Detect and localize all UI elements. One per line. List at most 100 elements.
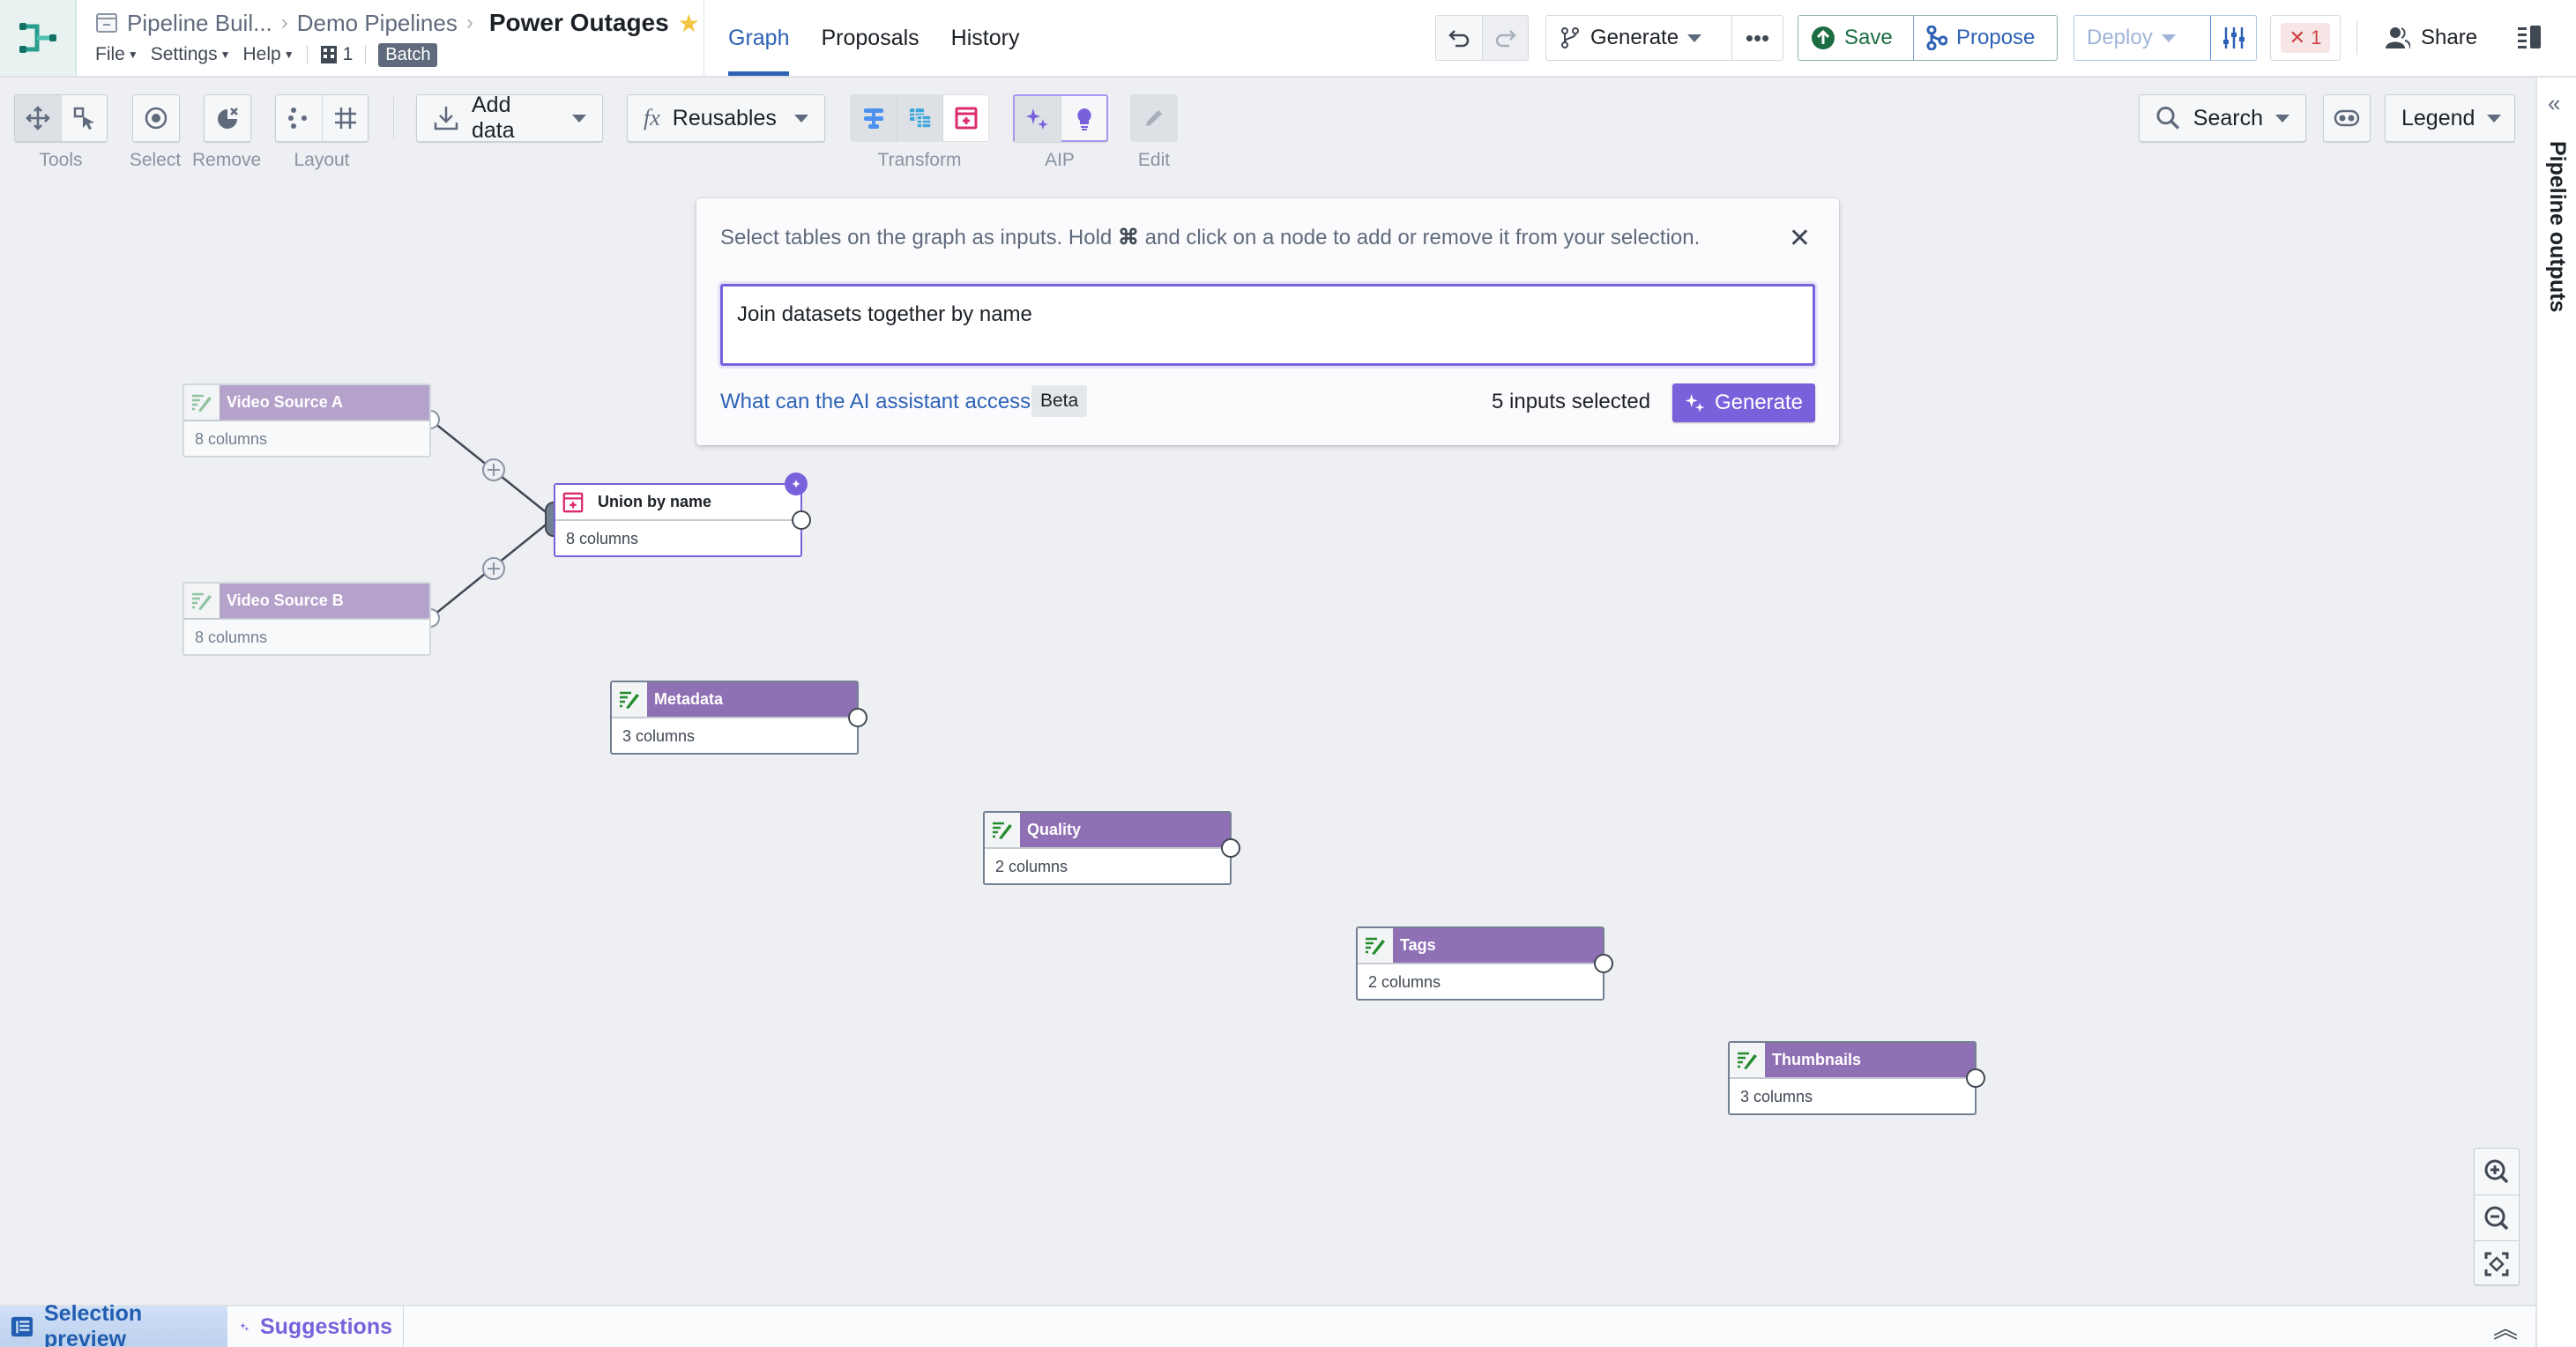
close-icon[interactable]: ✕ [1789,223,1811,254]
sparkle-icon [1026,108,1048,130]
deploy-group: Deploy [2073,15,2257,61]
transform-filter-button[interactable] [851,95,897,141]
aip-generate-button[interactable] [1015,96,1061,142]
node-title: Quality [1020,813,1230,847]
legend-button[interactable]: Legend [2385,94,2515,142]
selection-preview-label: Selection preview [43,1301,143,1347]
redo-button[interactable] [1482,16,1528,60]
star-icon[interactable]: ★ [678,9,700,38]
union-icon [562,492,584,512]
people-icon [2386,27,2410,49]
view-tabs: Graph Proposals History [728,0,1019,76]
edit-button[interactable] [1131,95,1177,141]
add-data-button[interactable]: Add data [416,93,603,143]
propose-label: Propose [1956,26,2036,49]
lightbulb-icon [1076,108,1091,130]
share-label: Share [2421,26,2478,49]
breadcrumb-project[interactable]: Pipeline Buil... [127,10,272,37]
graph-node-video-source-b[interactable]: Video Source B 8 columns [182,582,431,656]
ai-access-info-link[interactable]: What can the AI assistant access? [720,390,1043,414]
tab-suggestions[interactable]: Suggestions [229,1306,404,1347]
transform-join-button[interactable] [897,95,942,141]
undo-button[interactable] [1436,16,1482,60]
tab-history[interactable]: History [951,0,1020,76]
generate-button[interactable]: Generate [1546,16,1731,60]
edited-dataset-icon [620,691,639,709]
page-title[interactable]: Power Outages [489,9,669,37]
ai-generated-badge-icon: ✦ [785,473,808,495]
tab-proposals[interactable]: Proposals [821,0,919,76]
tab-graph[interactable]: Graph [728,0,790,76]
node-header: Thumbnails [1730,1043,1975,1079]
toolbar-label-remove: Remove [192,150,262,170]
graph-node-video-source-a[interactable]: Video Source A 8 columns [182,383,431,458]
menu-settings[interactable]: Settings ▼ [151,44,231,65]
node-header: Quality [985,813,1230,849]
node-header: Video Source B [184,584,429,620]
tab-selection-preview[interactable]: Selection preview [0,1301,227,1347]
auto-layout-button[interactable] [276,95,322,141]
node-column-count: 8 columns [566,530,639,547]
caret-down-icon [2275,114,2289,123]
output-port[interactable] [792,510,811,530]
deploy-button[interactable]: Deploy [2074,16,2210,60]
fit-screen-icon [2484,1252,2509,1276]
graph-node-metadata[interactable]: Metadata 3 columns [610,681,867,755]
share-button[interactable]: Share [2386,15,2477,61]
undo-icon [1448,30,1470,48]
chevron-right-icon: › [280,11,288,34]
errors-button[interactable]: ✕ 1 [2270,15,2341,61]
pipeline-outputs-panel[interactable]: « Pipeline outputs [2535,78,2576,1347]
transform-union-button[interactable] [942,95,988,141]
app-logo[interactable] [0,0,77,76]
add-node-between-icon[interactable] [482,458,505,481]
graph-node-union-by-name[interactable]: Union by name 8 columns ✦ [554,473,811,557]
deploy-settings-button[interactable] [2210,16,2256,60]
expand-panel-icon[interactable]: ︽ [2493,1310,2518,1345]
building-icon [320,46,337,63]
output-port[interactable] [1221,838,1240,858]
graph-node-quality[interactable]: Quality 2 columns [983,811,1240,885]
search-button[interactable]: Search [2139,94,2306,142]
breadcrumb-folder[interactable]: Demo Pipelines [297,10,458,37]
ai-generate-button[interactable]: Generate [1672,383,1815,422]
reusables-button[interactable]: fx Reusables [627,94,825,142]
output-port[interactable] [848,708,867,727]
output-port[interactable] [1594,954,1613,973]
chevron-double-left-icon[interactable]: « [2548,90,2560,117]
dialog-instructions: Select tables on the graph as inputs. Ho… [720,225,1700,250]
transform-group [850,94,989,142]
propose-button[interactable]: Propose [1913,16,2057,60]
menu-help[interactable]: Help ▼ [243,44,294,65]
node-title: Video Source B [220,584,429,618]
ai-prompt-input[interactable] [720,284,1815,366]
select-tool-button[interactable] [61,95,107,141]
node-header: Video Source A [184,385,429,421]
zoom-in-button[interactable] [2475,1149,2519,1194]
add-node-between-icon[interactable] [482,557,505,580]
grid-layout-button[interactable] [322,95,368,141]
toggle-sidebar-button[interactable] [2518,25,2542,54]
aip-suggest-button[interactable] [1061,96,1106,142]
graph-node-thumbnails[interactable]: Thumbnails 3 columns [1728,1041,1985,1115]
save-button[interactable]: Save [1798,16,1913,60]
caret-down-icon [2487,114,2502,123]
pan-tool-button[interactable] [15,95,61,141]
add-data-label: Add data [471,93,515,143]
zoom-out-button[interactable] [2475,1194,2519,1240]
select-button[interactable] [133,95,179,141]
output-port[interactable] [1966,1068,1985,1088]
edit-group [1130,94,1178,142]
remove-button[interactable] [205,95,250,141]
node-header: Union by name [555,485,800,521]
menu-file[interactable]: File ▼ [95,44,138,65]
toggle-view-button[interactable] [2324,95,2370,141]
branch-count[interactable]: 1 [320,44,353,65]
function-icon: fx [644,105,660,130]
edge-video-source-a [429,419,555,519]
more-options-button[interactable]: ••• [1731,16,1783,60]
fit-to-screen-button[interactable] [2475,1240,2519,1286]
graph-node-tags[interactable]: Tags 2 columns [1356,927,1613,1001]
caret-down-icon [572,114,586,123]
search-icon [2156,107,2180,130]
